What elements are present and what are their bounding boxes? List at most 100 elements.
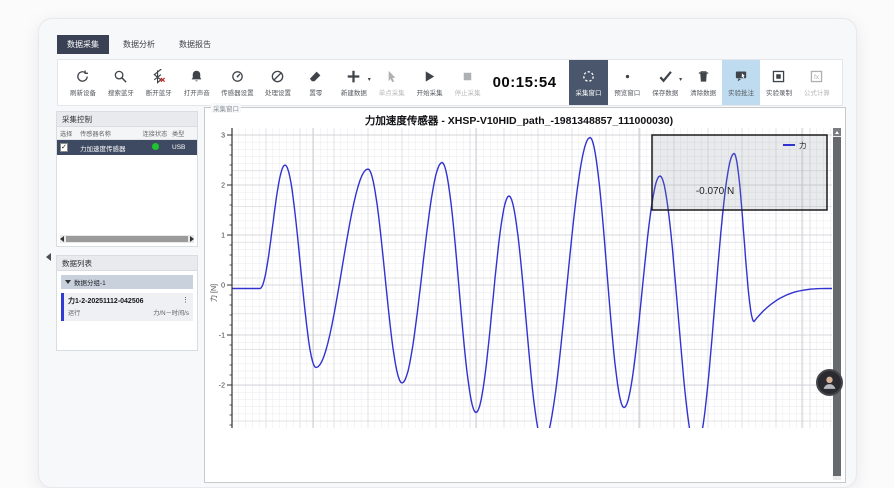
formula-calc-label: 公式计算 bbox=[804, 87, 830, 97]
data-item[interactable]: 力1-2-20251112-042506 ⋮ 运行 力/N－时间/s bbox=[61, 293, 193, 321]
process-settings-button[interactable]: 处理设置 bbox=[259, 60, 297, 105]
dropdown-caret-icon[interactable]: ▾ bbox=[368, 76, 371, 83]
sound-on-label: 打开声音 bbox=[184, 87, 210, 97]
horizontal-scrollbar[interactable] bbox=[60, 235, 194, 243]
eye-icon bbox=[620, 69, 635, 84]
set-zero-label: 置零 bbox=[309, 87, 322, 97]
item-menu-icon[interactable]: ⋮ bbox=[182, 296, 189, 306]
scroll-left-icon[interactable] bbox=[60, 236, 64, 242]
new-data-button[interactable]: 新建数据▾ bbox=[335, 60, 373, 105]
collect-window-button[interactable]: 采集窗口 bbox=[569, 60, 609, 105]
sensor-type: USB bbox=[172, 144, 192, 151]
sensor-settings-label: 传感器设置 bbox=[221, 87, 254, 97]
annotate-icon bbox=[734, 69, 749, 84]
collect-control-panel: 采集控制 选择传感器名称连接状态类型 ✓ 力加速度传感器 USB bbox=[56, 111, 198, 247]
col-header-1: 选择 bbox=[60, 129, 80, 138]
search-bluetooth-label: 搜索蓝牙 bbox=[108, 87, 134, 97]
plus-icon bbox=[346, 69, 361, 84]
y-tick-label: -1 bbox=[219, 333, 225, 340]
app-window: 数据采集数据分析数据报告 刷新设备 搜索蓝牙 断开蓝牙 打开声音 传感器设置 处理设置 置零… bbox=[38, 18, 857, 488]
chart-plot[interactable]: 3210-1-2力 [N]-0.070 N力 bbox=[208, 128, 832, 428]
collect-control-title: 采集控制 bbox=[57, 112, 197, 127]
preview-window-button[interactable]: 预览窗口 bbox=[608, 60, 646, 105]
data-group-row[interactable]: 数据分组-1 bbox=[61, 275, 193, 289]
vertical-scrollbar[interactable] bbox=[833, 128, 841, 480]
collect-window-groupbox: 采集窗口 力加速度传感器 - XHSP-V10HID_path_-1981348… bbox=[204, 107, 846, 483]
data-list-panel: 数据列表 数据分组-1 力1-2-20251112-042506 ⋮ 运行 力/… bbox=[56, 255, 198, 351]
single-point-collect-button[interactable]: 单点采集 bbox=[373, 60, 411, 105]
avatar[interactable] bbox=[816, 369, 843, 396]
slash-circle-icon bbox=[270, 69, 285, 84]
y-tick-label: 1 bbox=[221, 233, 225, 240]
process-settings-label: 处理设置 bbox=[265, 87, 291, 97]
refresh-device-button[interactable]: 刷新设备 bbox=[64, 60, 102, 105]
scroll-up-icon[interactable] bbox=[833, 128, 841, 136]
formula-calc-button[interactable]: fx 公式计算 bbox=[798, 60, 836, 105]
single-point-collect-label: 单点采集 bbox=[379, 87, 405, 97]
data-item-status: 运行 bbox=[68, 308, 80, 317]
search-icon bbox=[113, 69, 128, 84]
y-tick-label: 3 bbox=[221, 133, 225, 140]
main-tabbar: 数据采集数据分析数据报告 bbox=[57, 35, 221, 54]
legend-label: 力 bbox=[799, 140, 807, 150]
svg-text:fx: fx bbox=[814, 73, 820, 80]
experiment-annotate-button[interactable]: 实验批注 bbox=[722, 60, 760, 105]
experiment-record-label: 实验录制 bbox=[766, 87, 792, 97]
trash-icon bbox=[696, 69, 711, 84]
sensor-table-header: 选择传感器名称连接状态类型 bbox=[57, 127, 197, 140]
refresh-icon bbox=[75, 69, 90, 84]
y-tick-label: 2 bbox=[221, 183, 225, 190]
disconnect-bluetooth-label: 断开蓝牙 bbox=[146, 87, 172, 97]
refresh-device-label: 刷新设备 bbox=[70, 87, 96, 97]
y-tick-label: -2 bbox=[219, 383, 225, 390]
save-data-button[interactable]: 保存数据▾ bbox=[646, 60, 684, 105]
eraser-icon bbox=[308, 69, 323, 84]
chevron-down-icon bbox=[65, 280, 71, 284]
clear-data-label: 清除数据 bbox=[690, 87, 716, 97]
chart-title: 力加速度传感器 - XHSP-V10HID_path_-1981348857_1… bbox=[205, 113, 833, 128]
set-zero-button[interactable]: 置零 bbox=[297, 60, 335, 105]
stop-collect-button[interactable]: 停止采集 bbox=[449, 60, 487, 105]
bell-icon bbox=[189, 69, 204, 84]
stop-collect-label: 停止采集 bbox=[455, 87, 481, 97]
tab-3[interactable]: 数据报告 bbox=[169, 35, 221, 54]
annotation-value: -0.070 N bbox=[696, 186, 734, 197]
bluetooth-off-icon bbox=[151, 69, 166, 84]
formula-icon: fx bbox=[809, 69, 824, 84]
dropdown-caret-icon[interactable]: ▾ bbox=[679, 76, 682, 83]
sensor-name: 力加速度传感器 bbox=[80, 143, 138, 153]
scrollbar-thumb[interactable] bbox=[833, 137, 841, 476]
col-header-3: 连接状态 bbox=[138, 129, 172, 138]
tab-2[interactable]: 数据分析 bbox=[113, 35, 165, 54]
col-header-4: 类型 bbox=[172, 129, 192, 138]
experiment-annotate-label: 实验批注 bbox=[728, 87, 754, 97]
data-list-title: 数据列表 bbox=[57, 256, 197, 271]
clear-data-button[interactable]: 清除数据 bbox=[684, 60, 722, 105]
sensor-icon bbox=[230, 69, 245, 84]
dashed-circle-icon bbox=[581, 69, 596, 84]
collect-window-label: 采集窗口 bbox=[575, 87, 601, 97]
scrollbar-thumb[interactable] bbox=[66, 236, 188, 242]
search-bluetooth-button[interactable]: 搜索蓝牙 bbox=[102, 60, 140, 105]
start-collect-label: 开始采集 bbox=[417, 87, 443, 97]
sidebar-collapse-icon[interactable] bbox=[46, 253, 51, 261]
disconnect-bluetooth-button[interactable]: 断开蓝牙 bbox=[140, 60, 178, 105]
experiment-record-button[interactable]: 实验录制 bbox=[760, 60, 798, 105]
save-data-label: 保存数据 bbox=[652, 87, 678, 97]
person-icon bbox=[821, 374, 838, 391]
start-collect-button[interactable]: 开始采集 bbox=[411, 60, 449, 105]
col-header-2: 传感器名称 bbox=[80, 129, 138, 138]
tab-1[interactable]: 数据采集 bbox=[57, 35, 109, 54]
pointer-icon bbox=[384, 69, 399, 84]
data-item-title: 力1-2-20251112-042506 bbox=[68, 296, 144, 306]
sensor-settings-button[interactable]: 传感器设置 bbox=[216, 60, 259, 105]
data-group-label: 数据分组-1 bbox=[74, 277, 106, 287]
sensor-row[interactable]: ✓ 力加速度传感器 USB bbox=[57, 140, 197, 155]
sound-on-button[interactable]: 打开声音 bbox=[178, 60, 216, 105]
groupbox-label: 采集窗口 bbox=[211, 103, 241, 113]
record-icon bbox=[771, 69, 786, 84]
sensor-checkbox[interactable]: ✓ bbox=[60, 143, 68, 152]
scroll-right-icon[interactable] bbox=[190, 236, 194, 242]
toolbar: 刷新设备 搜索蓝牙 断开蓝牙 打开声音 传感器设置 处理设置 置零 新建数据▾ 单点采集 开始采集… bbox=[57, 59, 843, 106]
stop-icon bbox=[460, 69, 475, 84]
